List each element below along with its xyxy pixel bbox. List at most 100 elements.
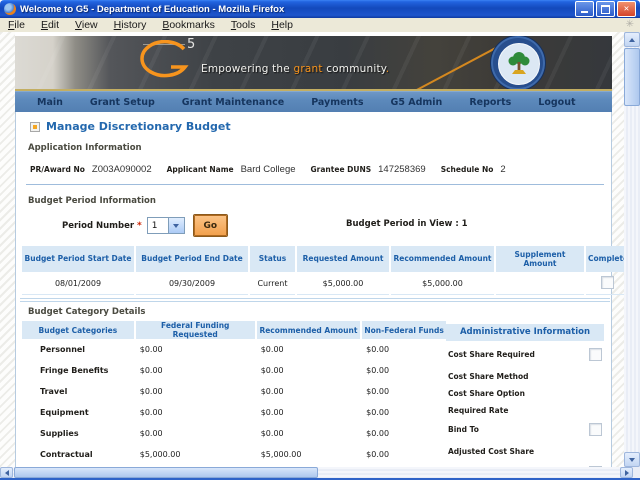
- menu-view[interactable]: View: [67, 19, 106, 31]
- grantee-duns-value: 147258369: [378, 164, 426, 175]
- dept-of-education-seal-icon: [490, 36, 546, 91]
- throbber-icon: ✳: [626, 20, 634, 30]
- applicant-name-label: Applicant Name: [167, 165, 234, 174]
- page-left-margin: [0, 32, 15, 467]
- go-button[interactable]: Go: [194, 215, 227, 236]
- period-table-header-row: Budget Period Start Date Budget Period E…: [22, 246, 628, 272]
- period-table-row: 08/01/2009 09/30/2009 Current $5,000.00 …: [22, 272, 628, 295]
- page-content: 5 Empowering the grant community.: [15, 32, 612, 467]
- category-row-equipment: Equipment $0.00 $0.00 $0.00: [22, 402, 446, 423]
- col-start-date: Budget Period Start Date: [22, 246, 134, 272]
- category-row-travel: Travel $0.00 $0.00 $0.00: [22, 381, 446, 402]
- period-number-select[interactable]: 1: [147, 217, 185, 234]
- nav-reports[interactable]: Reports: [469, 97, 511, 108]
- cost-share-required-checkbox[interactable]: [589, 348, 602, 361]
- col-end-date: Budget Period End Date: [136, 246, 248, 272]
- cell-requested: $5,000.00: [297, 272, 389, 295]
- vertical-scroll-thumb[interactable]: [624, 48, 640, 106]
- menu-tools[interactable]: Tools: [223, 19, 264, 31]
- budget-period-heading: Budget Period Information: [28, 196, 156, 206]
- g5-logo-five: 5: [187, 37, 195, 52]
- menu-file[interactable]: File: [0, 19, 33, 31]
- category-details-heading: Budget Category Details: [28, 307, 145, 317]
- col-requested: Requested Amount: [297, 246, 389, 272]
- col-non-federal: Non-Federal Funds: [362, 321, 446, 339]
- menu-bookmarks[interactable]: Bookmarks: [154, 19, 223, 31]
- pr-award-label: PR/Award No: [30, 165, 85, 174]
- cell-complete: [586, 272, 628, 295]
- category-row-supplies: Supplies $0.00 $0.00 $0.00: [22, 423, 446, 444]
- col-recommended-amount: Recommended Amount: [257, 321, 360, 339]
- category-header-row: Budget Categories Federal Funding Reques…: [22, 321, 446, 339]
- g5-logo-icon: [137, 40, 189, 86]
- col-status: Status: [250, 246, 295, 272]
- nav-g5-admin[interactable]: G5 Admin: [391, 97, 443, 108]
- budget-category-table: Budget Categories Federal Funding Reques…: [20, 321, 448, 467]
- section-divider: [26, 184, 604, 185]
- bind-to-checkbox[interactable]: [589, 423, 602, 436]
- close-button[interactable]: ✕: [617, 1, 636, 17]
- admin-info-heading: Administrative Information: [446, 324, 604, 341]
- restore-button[interactable]: [596, 1, 615, 17]
- col-recommended: Recommended Amount: [391, 246, 494, 272]
- scroll-down-button[interactable]: [624, 452, 640, 467]
- schedule-no-value: 2: [500, 164, 505, 175]
- page-title: Manage Discretionary Budget: [30, 120, 231, 133]
- horizontal-scroll-thumb[interactable]: [14, 467, 318, 478]
- main-navigation: Main Grant Setup Grant Maintenance Payme…: [15, 91, 612, 112]
- main-panel: Manage Discretionary Budget Application …: [15, 112, 612, 467]
- cell-supplement: [496, 272, 584, 295]
- menu-help[interactable]: Help: [263, 19, 301, 31]
- nav-grant-maintenance[interactable]: Grant Maintenance: [182, 97, 284, 108]
- admin-row-cost-share-method: Cost Share Method: [448, 372, 602, 381]
- admin-row-bind-to: Bind To: [448, 423, 602, 436]
- window-title: Welcome to G5 - Department of Education …: [20, 4, 575, 15]
- period-number-label: Period Number: [62, 221, 134, 231]
- scroll-left-button[interactable]: [0, 467, 13, 478]
- cell-end-date: 09/30/2009: [136, 272, 248, 295]
- browser-viewport: 5 Empowering the grant community.: [0, 32, 640, 467]
- pr-award-value: Z003A090002: [92, 164, 152, 175]
- scroll-up-button[interactable]: [624, 32, 640, 47]
- category-row-contractual: Contractual $5,000.00 $5,000.00 $0.00: [22, 444, 446, 465]
- budget-period-in-view: Budget Period in View : 1: [346, 219, 468, 229]
- required-asterisk: *: [137, 221, 142, 231]
- admin-row-cost-share-required: Cost Share Required: [448, 348, 602, 361]
- chevron-down-icon[interactable]: [168, 218, 184, 233]
- budget-period-table: Budget Period Start Date Budget Period E…: [20, 246, 630, 295]
- menu-edit[interactable]: Edit: [33, 19, 67, 31]
- nav-grant-setup[interactable]: Grant Setup: [90, 97, 155, 108]
- category-row-fringe: Fringe Benefits $0.00 $0.00 $0.00: [22, 360, 446, 381]
- cell-status: Current: [250, 272, 295, 295]
- admin-row-adjusted-cost-share: Adjusted Cost Share: [448, 447, 602, 456]
- grantee-duns-label: Grantee DUNS: [311, 165, 372, 174]
- menu-bar: File Edit View History Bookmarks Tools H…: [0, 18, 640, 33]
- g5-banner: 5 Empowering the grant community.: [15, 36, 612, 91]
- scroll-right-button[interactable]: [620, 467, 633, 478]
- double-divider-top: [20, 298, 610, 299]
- application-info-fields: PR/Award No Z003A090002 Applicant Name B…: [30, 164, 514, 175]
- menu-history[interactable]: History: [106, 19, 155, 31]
- nav-main[interactable]: Main: [37, 97, 63, 108]
- col-supplement: Supplement Amount: [496, 246, 584, 272]
- application-info-heading: Application Information: [28, 143, 142, 153]
- bullet-icon: [30, 122, 40, 132]
- firefox-window: Welcome to G5 - Department of Education …: [0, 0, 640, 480]
- firefox-icon: [4, 3, 16, 15]
- col-budget-categories: Budget Categories: [22, 321, 134, 339]
- col-complete: Complete: [586, 246, 628, 272]
- col-federal-funding: Federal Funding Requested: [136, 321, 255, 339]
- admin-info-panel: Administrative Information Cost Share Re…: [446, 324, 604, 341]
- cell-recommended: $5,000.00: [391, 272, 494, 295]
- category-row-personnel: Personnel $0.00 $0.00 $0.00: [22, 339, 446, 360]
- double-divider-bottom: [20, 301, 610, 302]
- complete-checkbox[interactable]: [601, 276, 614, 289]
- nav-payments[interactable]: Payments: [311, 97, 363, 108]
- schedule-no-label: Schedule No: [441, 165, 494, 174]
- window-titlebar[interactable]: Welcome to G5 - Department of Education …: [0, 0, 640, 18]
- cell-start-date: 08/01/2009: [22, 272, 134, 295]
- minimize-button[interactable]: [575, 1, 594, 17]
- nav-logout[interactable]: Logout: [538, 97, 575, 108]
- horizontal-scrollbar[interactable]: [0, 467, 633, 478]
- vertical-scrollbar[interactable]: [624, 32, 640, 467]
